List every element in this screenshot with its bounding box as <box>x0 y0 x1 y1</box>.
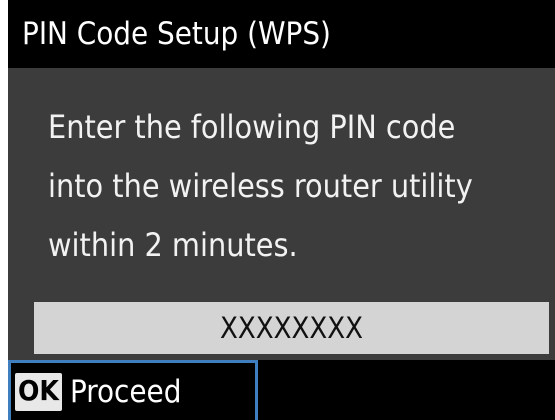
instruction-line-2: into the wireless router utility <box>48 167 473 205</box>
ok-key-icon: OK <box>15 372 62 411</box>
proceed-button[interactable]: OK Proceed <box>8 360 258 420</box>
instruction-message: Enter the following PIN code into the wi… <box>48 98 548 275</box>
page-title: PIN Code Setup (WPS) <box>8 0 555 68</box>
proceed-label: Proceed <box>69 373 182 410</box>
pin-code-display: XXXXXXXX <box>34 302 549 354</box>
lcd-screen: PIN Code Setup (WPS) Enter the following… <box>8 0 555 420</box>
bottom-bar: OK Proceed <box>8 360 555 420</box>
instruction-line-1: Enter the following PIN code <box>48 108 456 146</box>
instruction-line-3: within 2 minutes. <box>48 226 298 264</box>
